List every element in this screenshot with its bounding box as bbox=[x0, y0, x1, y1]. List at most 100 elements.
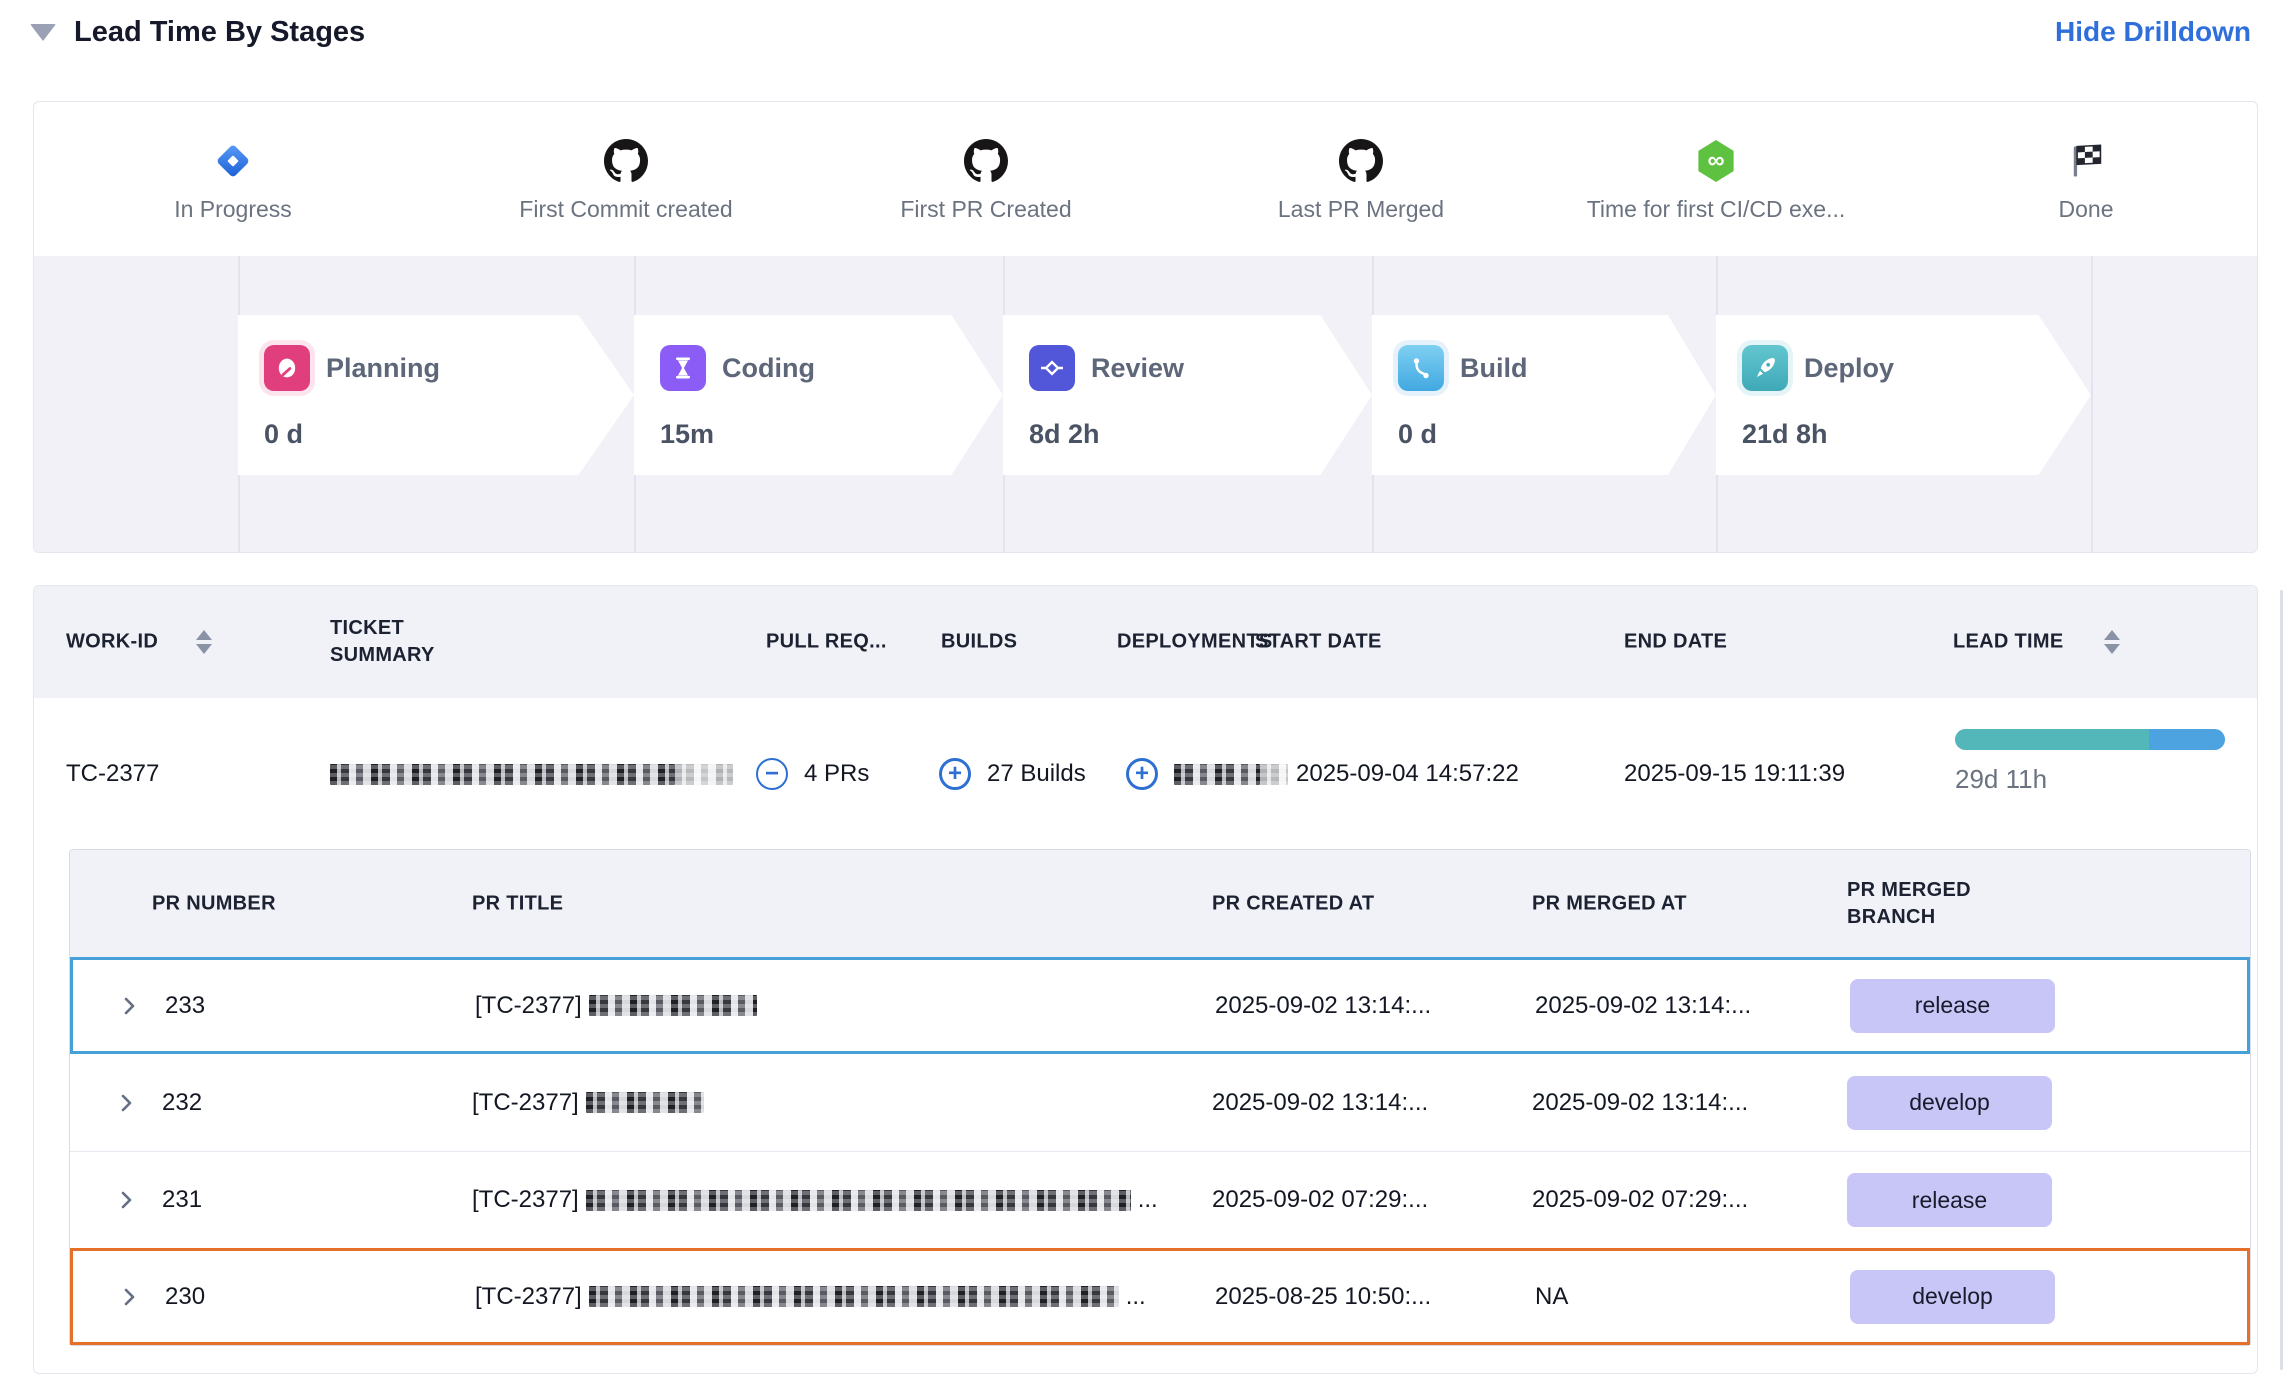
col-start-date: START DATE bbox=[1255, 629, 1382, 656]
branch-icon bbox=[1398, 345, 1444, 391]
pr-created-at: 2025-08-25 10:50:... bbox=[1215, 1283, 1431, 1311]
col-pr-created-at: PR CREATED AT bbox=[1212, 890, 1374, 917]
stage-build: Build 0 d bbox=[1372, 315, 1716, 475]
milestone-label: First Commit created bbox=[476, 196, 776, 223]
chevron-right-icon[interactable] bbox=[117, 1285, 141, 1309]
sort-lead-time-icon[interactable] bbox=[2104, 630, 2120, 654]
col-pr-merged-branch: PR MERGED BRANCH bbox=[1847, 877, 2012, 931]
pr-title: [TC-2377]... bbox=[475, 1283, 1146, 1311]
github-icon bbox=[1339, 139, 1383, 183]
pr-number: 231 bbox=[162, 1186, 202, 1214]
pr-created-at: 2025-09-02 13:14:... bbox=[1215, 992, 1431, 1020]
branch-badge[interactable]: develop bbox=[1850, 1270, 2055, 1324]
planning-leaf-icon bbox=[264, 345, 310, 391]
pull-requests-table: PR NUMBER PR TITLE PR CREATED AT PR MERG… bbox=[69, 849, 2251, 1346]
expand-deployments-icon[interactable]: + bbox=[1126, 758, 1158, 790]
branch-badge[interactable]: release bbox=[1847, 1173, 2052, 1227]
github-icon bbox=[604, 139, 648, 183]
stage-duration: 0 d bbox=[1398, 419, 1716, 450]
work-items-table: WORK-ID TICKET SUMMARY PULL REQ... BUILD… bbox=[33, 585, 2258, 1374]
builds-count: 27 Builds bbox=[987, 760, 1086, 788]
milestone-in-progress: In Progress bbox=[83, 132, 383, 223]
pr-number: 232 bbox=[162, 1089, 202, 1117]
pr-number: 233 bbox=[165, 992, 205, 1020]
branch-badge[interactable]: release bbox=[1850, 979, 2055, 1033]
github-icon bbox=[964, 139, 1008, 183]
branch-badge[interactable]: develop bbox=[1847, 1076, 2052, 1130]
stage-deploy: Deploy 21d 8h bbox=[1716, 315, 2091, 475]
cicd-infinity-icon: ∞ bbox=[1696, 140, 1736, 182]
chevron-right-icon[interactable] bbox=[114, 1091, 138, 1115]
ticket-summary-redacted bbox=[330, 760, 733, 788]
milestone-label: First PR Created bbox=[836, 196, 1136, 223]
stages-track: Planning 0 d Coding 15m Review 8d 2h bbox=[34, 256, 2257, 553]
stage-duration: 8d 2h bbox=[1029, 419, 1372, 450]
col-pull-requests: PULL REQ... bbox=[766, 629, 887, 656]
pr-merged-at: 2025-09-02 13:14:... bbox=[1532, 1089, 1748, 1117]
stage-duration: 0 d bbox=[264, 419, 634, 450]
pr-merged-at: 2025-09-02 13:14:... bbox=[1535, 992, 1751, 1020]
milestone-label: In Progress bbox=[83, 196, 383, 223]
pr-row-232[interactable]: 232 [TC-2377] 2025-09-02 13:14:... 2025-… bbox=[70, 1054, 2250, 1151]
pr-row-231[interactable]: 231 [TC-2377] ... 2025-09-02 07:29:... 2… bbox=[70, 1151, 2250, 1248]
col-lead-time[interactable]: LEAD TIME bbox=[1953, 629, 2063, 656]
pr-row-233[interactable]: 233 [TC-2377] 2025-09-02 13:14:... 2025-… bbox=[70, 957, 2250, 1054]
lead-time-value: 29d 11h bbox=[1955, 764, 2047, 795]
page-title: Lead Time By Stages bbox=[74, 16, 365, 49]
lead-time-bar bbox=[1955, 729, 2225, 750]
milestone-label: Time for first CI/CD exe... bbox=[1566, 196, 1866, 223]
rocket-icon bbox=[1742, 345, 1788, 391]
lead-time-stages-panel: In Progress First Commit created First P… bbox=[33, 101, 2258, 553]
lead-time-bar-segment-1 bbox=[1955, 729, 2149, 750]
work-item-row[interactable]: TC-2377 − 4 PRs + 27 Builds + 2025-09-04… bbox=[34, 698, 2257, 849]
hide-drilldown-link[interactable]: Hide Drilldown bbox=[2055, 16, 2251, 48]
milestone-cicd: ∞ Time for first CI/CD exe... bbox=[1566, 132, 1866, 223]
status-diamond-icon bbox=[216, 144, 250, 178]
milestone-first-pr: First PR Created bbox=[836, 132, 1136, 223]
stage-name: Build bbox=[1460, 353, 1528, 384]
stage-separator bbox=[2091, 256, 2093, 553]
chevron-right-icon[interactable] bbox=[114, 1188, 138, 1212]
milestone-done: Done bbox=[1936, 132, 2236, 223]
pr-created-at: 2025-09-02 13:14:... bbox=[1212, 1089, 1428, 1117]
stage-review: Review 8d 2h bbox=[1003, 315, 1372, 475]
start-date-value: 2025-09-04 14:57:22 bbox=[1296, 760, 1519, 788]
pr-title: [TC-2377] bbox=[475, 992, 764, 1020]
col-ticket-summary: TICKET SUMMARY bbox=[330, 615, 480, 669]
stage-name: Deploy bbox=[1804, 353, 1894, 384]
stage-duration: 15m bbox=[660, 419, 1003, 450]
pr-title: [TC-2377] bbox=[472, 1089, 711, 1117]
stage-name: Review bbox=[1091, 353, 1184, 384]
expand-builds-icon[interactable]: + bbox=[939, 758, 971, 790]
stage-name: Planning bbox=[326, 353, 440, 384]
collapse-triangle-icon[interactable] bbox=[30, 24, 56, 41]
milestone-last-pr-merged: Last PR Merged bbox=[1211, 132, 1511, 223]
pull-requests-count: 4 PRs bbox=[804, 760, 869, 788]
end-date-value: 2025-09-15 19:11:39 bbox=[1624, 760, 1845, 788]
col-pr-merged-at: PR MERGED AT bbox=[1532, 890, 1687, 917]
pr-row-230[interactable]: 230 [TC-2377]... 2025-08-25 10:50:... NA… bbox=[70, 1248, 2250, 1345]
sort-work-id-icon[interactable] bbox=[196, 630, 212, 654]
stage-planning: Planning 0 d bbox=[238, 315, 634, 475]
pr-merged-at: NA bbox=[1535, 1283, 1568, 1311]
pr-table-header: PR NUMBER PR TITLE PR CREATED AT PR MERG… bbox=[70, 850, 2250, 957]
pr-title: [TC-2377] ... bbox=[472, 1186, 1158, 1214]
pr-merged-at: 2025-09-02 07:29:... bbox=[1532, 1186, 1748, 1214]
col-end-date: END DATE bbox=[1624, 629, 1727, 656]
commit-diamond-icon bbox=[1029, 345, 1075, 391]
chevron-right-icon[interactable] bbox=[117, 994, 141, 1018]
col-work-id[interactable]: WORK-ID bbox=[66, 629, 158, 656]
work-id-value: TC-2377 bbox=[66, 760, 159, 788]
milestone-label: Done bbox=[1936, 196, 2236, 223]
hourglass-icon bbox=[660, 345, 706, 391]
stage-coding: Coding 15m bbox=[634, 315, 1003, 475]
work-table-header: WORK-ID TICKET SUMMARY PULL REQ... BUILD… bbox=[34, 586, 2257, 698]
lead-time-bar-segment-2 bbox=[2149, 729, 2225, 750]
col-pr-title: PR TITLE bbox=[472, 890, 563, 917]
pr-number: 230 bbox=[165, 1283, 205, 1311]
section-header: Lead Time By Stages bbox=[30, 16, 365, 49]
deployments-redacted bbox=[1174, 760, 1288, 788]
collapse-prs-icon[interactable]: − bbox=[756, 758, 788, 790]
scrollbar[interactable] bbox=[2280, 590, 2283, 1370]
milestone-first-commit: First Commit created bbox=[476, 132, 776, 223]
